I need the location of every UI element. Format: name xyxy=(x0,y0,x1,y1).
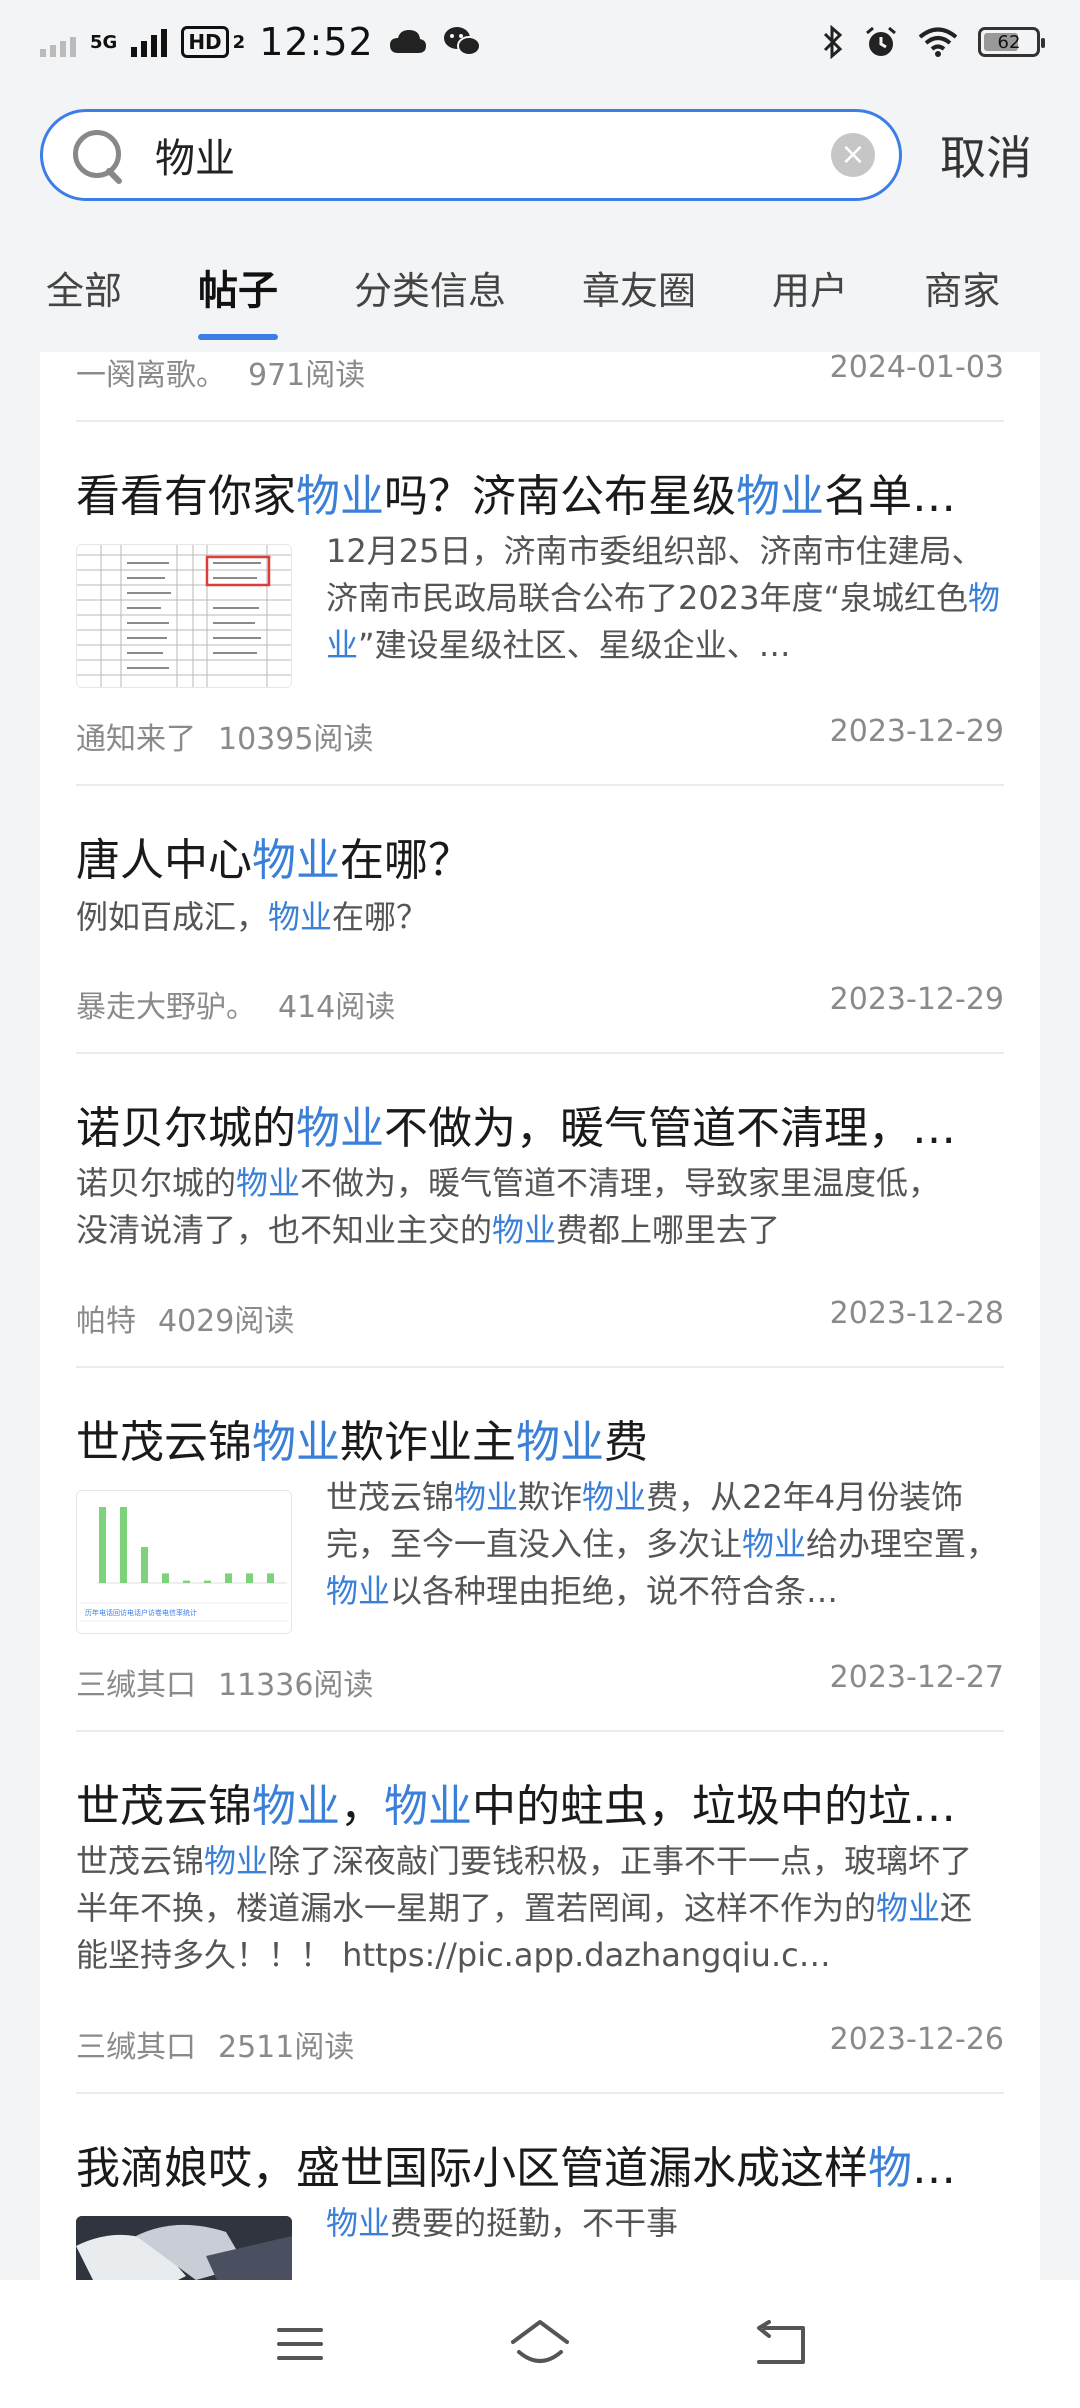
alarm-icon xyxy=(866,26,896,56)
post-meta: 一阕离歌。 971阅读 2024-01-03 xyxy=(76,352,1004,394)
post-date: 2023-12-27 xyxy=(829,1660,1004,1695)
post-date: 2023-12-29 xyxy=(829,714,1004,749)
post-date: 2024-01-03 xyxy=(829,352,1004,385)
post-item[interactable]: 诺贝尔城的物业不做为，暖气管道不清理，… 诺贝尔城的物业不做为，暖气管道不清理，… xyxy=(76,1054,1004,1368)
result-tabs: 全部 帖子 分类信息 章友圈 用户 商家 xyxy=(0,222,1080,352)
tab-users[interactable]: 用户 xyxy=(772,260,848,315)
bluetooth-icon xyxy=(823,25,843,59)
post-excerpt: 例如百成汇，物业在哪？ xyxy=(76,898,429,936)
wechat-icon xyxy=(443,27,481,56)
cancel-button[interactable]: 取消 xyxy=(940,122,1032,188)
post-meta: 帕特 4029阅读 2023-12-28 xyxy=(76,1296,1004,1340)
post-excerpt: 物业费要的挺勤，不干事 xyxy=(326,2204,679,2242)
post-reads: 971阅读 xyxy=(248,358,366,393)
thumbnail-chart-bar xyxy=(225,1573,232,1583)
post-reads: 2511阅读 xyxy=(218,2030,355,2065)
network-type: 5G xyxy=(90,31,118,53)
post-excerpt: 世茂云锦物业欺诈物业费，从22年4月份装饰完，至今一直没入住，多次让物业给办理空… xyxy=(326,1478,999,1610)
post-reads: 10395阅读 xyxy=(218,722,374,757)
thumbnail-chart-footer: 历年电话回访电话户访卷电信率统计 xyxy=(85,1608,197,1617)
post-date: 2023-12-26 xyxy=(829,2022,1004,2057)
thumbnail-chart-bar xyxy=(267,1573,274,1583)
clear-search-button[interactable]: × xyxy=(831,133,875,177)
post-item[interactable]: 世茂云锦物业欺诈业主物业费 历年电话回访电话户访卷电信率统计 世茂云锦物业欺诈物… xyxy=(76,1368,1004,1732)
post-title: 我滴娘哎，盛世国际小区管道漏水成这样物… xyxy=(76,2143,956,2194)
tab-classifieds[interactable]: 分类信息 xyxy=(354,260,506,315)
post-excerpt: 诺贝尔城的物业不做为，暖气管道不清理，导致家里温度低，没清说清了，也不知业主交的… xyxy=(76,1164,941,1249)
wifi-icon xyxy=(918,27,958,57)
thumbnail-chart-bar xyxy=(141,1547,148,1583)
back-icon[interactable] xyxy=(745,2314,815,2374)
thumbnail-chart-bar xyxy=(120,1507,127,1583)
post-item[interactable]: 我滴娘哎，盛世国际小区管道漏水成这样物… 物业费要的挺勤，不干事 xyxy=(76,2094,1004,2280)
tab-posts[interactable]: 帖子 xyxy=(198,258,279,340)
tab-friends-circle[interactable]: 章友圈 xyxy=(582,260,696,315)
post-author: 通知来了 xyxy=(76,722,196,757)
post-item[interactable]: 一阕离歌。 971阅读 2024-01-03 xyxy=(76,352,1004,422)
sim-index: 2 xyxy=(232,31,246,53)
battery-icon: 62 xyxy=(978,27,1045,57)
post-thumbnail-chart[interactable]: 历年电话回访电话户访卷电信率统计 xyxy=(76,1490,292,1634)
post-reads: 4029阅读 xyxy=(158,1304,295,1339)
post-author: 暴走大野驴。 xyxy=(76,990,256,1025)
post-meta: 暴走大野驴。 414阅读 2023-12-29 xyxy=(76,982,1004,1026)
thumbnail-chart-bar xyxy=(162,1573,169,1583)
thumbnail-chart-bar xyxy=(246,1573,253,1583)
post-item[interactable]: 世茂云锦物业，物业中的蛀虫，垃圾中的垃… 世茂云锦物业除了深夜敲门要钱积极，正事… xyxy=(76,1732,1004,2094)
search-icon xyxy=(69,126,127,184)
post-excerpt: 12月25日，济南市委组织部、济南市住建局、济南市民政局联合公布了2023年度“… xyxy=(326,532,1001,664)
tab-all[interactable]: 全部 xyxy=(46,260,122,315)
post-title: 诺贝尔城的物业不做为，暖气管道不清理，… xyxy=(76,1103,956,1154)
post-meta: 通知来了 10395阅读 2023-12-29 xyxy=(76,714,1004,758)
thumbnail-chart-bar xyxy=(204,1580,211,1583)
post-author: 三缄其口 xyxy=(76,2030,196,2065)
cloud-icon xyxy=(389,30,426,53)
post-author: 一阕离歌。 xyxy=(76,358,226,393)
post-item[interactable]: 看看有你家物业吗？济南公布星级物业名单… 12月25日，济南市委组织部、济南市住… xyxy=(76,422,1004,786)
post-date: 2023-12-29 xyxy=(829,982,1004,1017)
search-box[interactable]: × xyxy=(40,109,902,201)
tab-merchants[interactable]: 商家 xyxy=(924,260,1000,315)
post-author: 帕特 xyxy=(76,1304,136,1339)
clock: 12:52 xyxy=(259,20,374,64)
post-title: 世茂云锦物业，物业中的蛀虫，垃圾中的垃… xyxy=(76,1781,956,1832)
post-title: 唐人中心物业在哪？ xyxy=(76,835,472,886)
status-bar: 5G HD 2 12:52 62 xyxy=(0,0,1080,84)
post-meta: 三缄其口 11336阅读 2023-12-27 xyxy=(76,1660,1004,1704)
menu-icon[interactable] xyxy=(265,2314,335,2374)
post-item[interactable]: 唐人中心物业在哪？ 例如百成汇，物业在哪？ 暴走大野驴。 414阅读 2023-… xyxy=(76,786,1004,1054)
signal-sim1-icon xyxy=(40,27,76,57)
home-icon[interactable] xyxy=(505,2314,575,2374)
signal-sim2-icon xyxy=(131,27,168,57)
thumbnail-chart-bar xyxy=(99,1507,106,1583)
post-date: 2023-12-28 xyxy=(829,1296,1004,1331)
post-reads: 414阅读 xyxy=(278,990,396,1025)
post-reads: 11336阅读 xyxy=(218,1668,374,1703)
system-nav-bar xyxy=(0,2280,1080,2408)
post-excerpt: 世茂云锦物业除了深夜敲门要钱积极，正事不干一点，玻璃坏了半年不换，楼道漏水一星期… xyxy=(76,1842,973,1974)
search-bar: × 取消 xyxy=(0,100,1080,210)
post-author: 三缄其口 xyxy=(76,1668,196,1703)
post-thumbnail-photo[interactable] xyxy=(76,2216,292,2280)
thumbnail-chart-bar xyxy=(183,1580,190,1583)
post-title: 看看有你家物业吗？济南公布星级物业名单… xyxy=(76,471,956,522)
post-meta: 三缄其口 2511阅读 2023-12-26 xyxy=(76,2022,1004,2066)
post-thumbnail-table[interactable] xyxy=(76,544,292,688)
post-title: 世茂云锦物业欺诈业主物业费 xyxy=(76,1417,648,1468)
post-list: 一阕离歌。 971阅读 2024-01-03 看看有你家物业吗？济南公布星级物业… xyxy=(40,352,1040,2280)
search-input[interactable] xyxy=(155,132,831,178)
hd-voice-icon: HD xyxy=(181,26,229,58)
